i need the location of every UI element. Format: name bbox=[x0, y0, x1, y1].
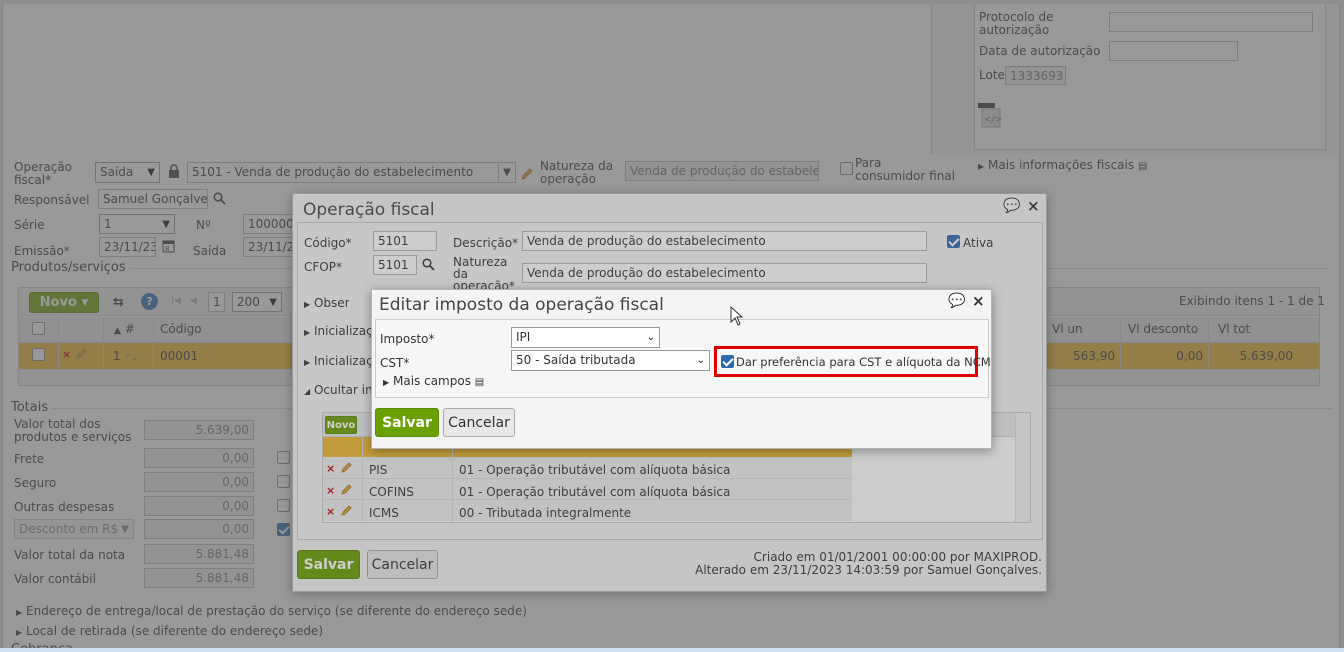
imposto-select[interactable]: IPI ⌄ bbox=[511, 327, 660, 348]
mais-campos-link[interactable]: ▶ Mais campos ▤ bbox=[383, 375, 484, 389]
comment-icon[interactable]: 💬 bbox=[948, 293, 965, 309]
mouse-cursor-icon bbox=[730, 305, 744, 329]
editar-imposto-modal: Editar imposto da operação fiscal 💬 × Im… bbox=[371, 289, 992, 449]
close-icon[interactable]: × bbox=[972, 292, 985, 310]
page-bottom-edge bbox=[0, 648, 1344, 652]
cst-label: CST* bbox=[380, 356, 410, 370]
modal-title: Editar imposto da operação fiscal bbox=[379, 295, 664, 315]
cancelar-button[interactable]: Cancelar bbox=[443, 408, 515, 437]
cst-select[interactable]: 50 - Saída tributada ⌄ bbox=[511, 350, 710, 371]
imposto-label: Imposto* bbox=[380, 332, 435, 346]
preferencia-ncm-label: Dar preferência para CST e alíquota da N… bbox=[736, 355, 991, 369]
salvar-button[interactable]: Salvar bbox=[375, 408, 439, 437]
preferencia-ncm-checkbox[interactable] bbox=[721, 355, 734, 368]
